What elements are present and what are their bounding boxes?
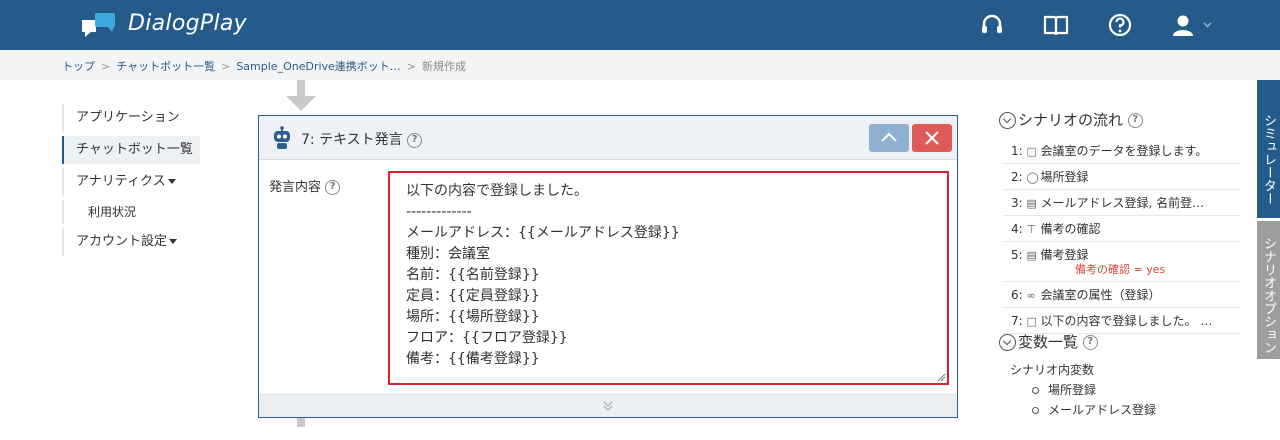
help-icon[interactable]: ? [1127,113,1143,128]
nav-account[interactable]: アカウント設定 [62,228,200,256]
flow-item[interactable]: 1: □ 会議室のデータを登録します。 [1003,138,1241,164]
flow-item-num: 3: [1011,196,1023,210]
help-icon[interactable]: ? [1082,335,1098,350]
flow-condition: 備考の確認 = yes [1075,263,1166,276]
flow-item-num: 2: [1011,170,1023,184]
robot-icon [274,126,290,149]
variables-heading[interactable]: 変数一覧 ? [999,331,1098,352]
text-line: 場所：{{場所登録}} [406,309,540,325]
caret-down-icon [167,179,176,184]
speech-icon: □ [1026,145,1037,158]
nav-application[interactable]: アプリケーション [62,104,200,132]
flow-item-label: 会議室の属性（登録） [1040,288,1161,302]
flow-item-label: 場所登録 [1040,170,1089,184]
delete-button[interactable] [912,124,952,152]
left-nav: アプリケーション チャットボット一覧 アナリティクス 利用状況 アカウント設定 [62,104,200,260]
node-panel: 7: テキスト発言 ? 発言内容 ? 以下の内容で登録しました。 --------… [258,115,958,418]
nav-analytics[interactable]: アナリティクス [62,168,200,196]
branch-icon: ⊤ [1026,223,1037,236]
flow-item[interactable]: 3: ▤ メールアドレス登録, 名前登… [1003,190,1241,216]
text-line: 名前：{{名前登録}} [406,267,540,283]
simulator-tab[interactable]: シミュレーター [1257,80,1280,218]
node-title: 7: テキスト発言 ? [301,129,423,149]
nav-account-label: アカウント設定 [76,234,168,249]
text-line: メールアドレス：{{メールアドレス登録}} [406,225,680,241]
text-line: 備考：{{備考登録}} [406,351,540,367]
variable-item: メールアドレス登録 [1032,401,1156,418]
double-chevron-down-icon [603,401,613,411]
breadcrumb-chatbots[interactable]: チャットボット一覧 [116,60,215,73]
text-line: 種別：会議室 [406,246,490,262]
flow-arrow-stem [297,80,305,96]
link-icon: ∞ [1026,289,1036,302]
scenario-flow-heading[interactable]: シナリオの流れ ? [999,109,1143,130]
scenario-flow-title: シナリオの流れ [1018,111,1124,129]
nav-usage[interactable]: 利用状況 [62,200,200,224]
top-navbar: DialogPlay [0,0,1280,50]
flow-item-num: 6: [1011,288,1023,302]
flow-arrow-icon [286,96,316,111]
collapse-button[interactable] [869,124,909,152]
nav-analytics-label: アナリティクス [76,174,166,189]
scenario-flow-list: 1: □ 会議室のデータを登録します。 2: ◯ 場所登録 3: ▤ メールアドレス登… [1003,138,1241,334]
flow-item[interactable]: 4: ⊤ 備考の確認 [1003,216,1241,242]
help-icon[interactable]: ? [407,132,423,148]
flow-item-label: メールアドレス登録, 名前登… [1040,196,1205,210]
brand-name[interactable]: DialogPlay [128,11,247,36]
flow-item-num: 7: [1011,314,1023,328]
text-line: 定員：{{定員登録}} [406,288,540,304]
variable-scope-label: シナリオ内変数 [1010,363,1095,377]
breadcrumb: トップ > チャットボット一覧 > Sample_OneDrive連携ボット… > 新規作成 [62,60,467,73]
logo-icon [82,13,115,37]
flow-item-label: 備考登録 [1040,248,1089,262]
breadcrumb-top[interactable]: トップ [62,60,95,73]
utterance-textarea[interactable]: 以下の内容で登録しました。 ------------- メールアドレス：{{メールア… [388,171,949,385]
flow-item-num: 4: [1011,222,1023,236]
flow-item-label: 会議室のデータを登録します。 [1040,144,1208,158]
shield-icon: ◯ [1026,171,1039,184]
text-line: ------------- [406,204,472,220]
user-menu-icon[interactable] [1170,12,1216,38]
form-icon: ▤ [1026,197,1037,210]
expand-footer[interactable] [259,394,957,417]
flow-item-num: 5: [1011,248,1023,262]
breadcrumb-bot[interactable]: Sample_OneDrive連携ボット… [236,60,400,73]
collapse-circle-icon [999,334,1016,351]
utterance-label: 発言内容 ? [269,176,341,195]
book-icon[interactable] [1043,12,1069,38]
flow-item-label: 以下の内容で登録しました。 … [1040,314,1213,328]
close-icon [925,131,939,145]
nav-chatbots[interactable]: チャットボット一覧 [62,136,200,164]
headset-icon[interactable] [979,12,1005,38]
chevron-up-icon [881,132,897,142]
scenario-options-tab[interactable]: シナリオオプション [1257,221,1280,359]
variables-title: 変数一覧 [1018,333,1079,351]
text-line: 以下の内容で登録しました。 [406,183,588,199]
caret-down-icon [169,239,178,244]
flow-connector [297,417,305,427]
form-icon: ▤ [1026,249,1037,262]
breadcrumb-current: 新規作成 [422,60,467,73]
node-title-text: 7: テキスト発言 [301,132,403,148]
flow-item[interactable]: 6: ∞ 会議室の属性（登録） [1003,282,1241,308]
resize-handle-icon[interactable] [937,373,945,381]
speech-icon: □ [1026,315,1037,328]
flow-item[interactable]: 2: ◯ 場所登録 [1003,164,1241,190]
help-icon[interactable] [1107,12,1133,38]
flow-item-label: 備考の確認 [1040,222,1101,236]
breadcrumb-bar: トップ > チャットボット一覧 > Sample_OneDrive連携ボット… > 新規作成 [0,50,1280,80]
node-panel-header: 7: テキスト発言 ? [259,116,957,160]
help-icon[interactable]: ? [325,180,341,195]
flow-item-num: 1: [1011,144,1023,158]
collapse-circle-icon [999,112,1016,129]
variable-item: 場所登録 [1032,381,1096,398]
text-line: フロア：{{フロア登録}} [406,330,568,346]
flow-item[interactable]: 5: ▤ 備考登録 備考の確認 = yes [1003,242,1241,282]
utterance-label-text: 発言内容 [269,180,322,195]
